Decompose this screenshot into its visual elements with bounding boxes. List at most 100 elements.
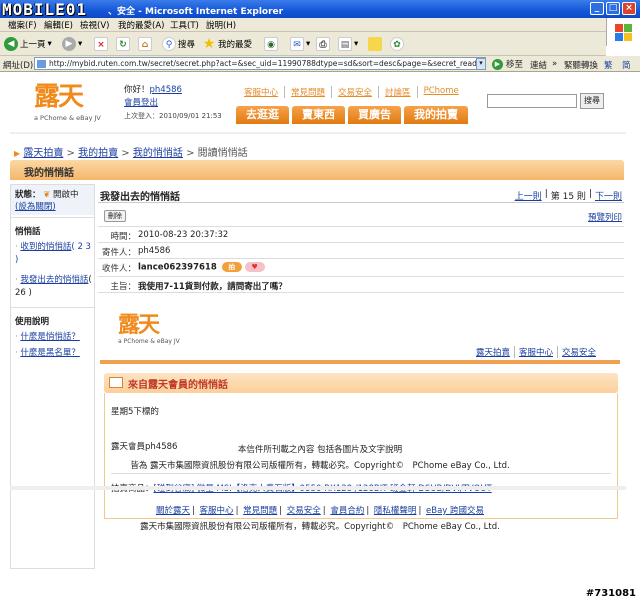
message-pager: 上一則 | 第 15 則 | 下一則 [515,189,622,202]
sidebar-item-help-blacklist[interactable]: · 什麼是黑名單？ [15,347,95,360]
footer-link-service[interactable]: 客服中心 [200,506,234,516]
footer-link-faq[interactable]: 常見問題 [243,506,277,516]
chevron-right-icon[interactable]: » [552,59,557,69]
topnav-safety[interactable]: 交易安全 [331,86,378,98]
next-message-link[interactable]: 下一則 [595,189,622,202]
username-link[interactable]: ph4586 [150,85,182,95]
help-blacklist-link[interactable]: 什麼是黑名單？ [20,348,80,358]
edit-icon: ▤ [338,36,352,51]
menu-edit[interactable]: 編輯(E) [44,19,73,31]
topnav-faq[interactable]: 常見問題 [284,86,331,98]
home-button[interactable]: ⌂ [138,35,152,52]
inner-ruten-logo: 露天 a PChome & eBay JV [118,312,190,358]
site-search-input[interactable] [487,94,577,108]
divider [10,132,626,134]
back-button[interactable]: ◀ 上一頁 ▾ [4,35,52,52]
topnav-forum[interactable]: 討論區 [378,86,417,98]
menu-view[interactable]: 檢視(V) [80,19,109,31]
breadcrumb: ▶ 露天拍賣 > 我的拍賣 > 我的悄悄話 > 閱讀悄悄話 [14,144,248,159]
ruten-logo[interactable]: 露天 a PChome & eBay JV [34,82,106,132]
inner-logo-subtitle: a PChome & eBay JV [118,338,180,345]
menu-file[interactable]: 檔案(F) [8,19,37,31]
recipient-value[interactable]: lance062397618 [138,263,217,273]
address-dropdown-icon[interactable]: ▾ [476,58,486,70]
refresh-button[interactable]: ↻ [116,35,130,52]
maximize-button[interactable]: □ [606,2,620,15]
help-messages-link[interactable]: 什麼是悄悄話？ [20,332,80,342]
messenger-icon: ✿ [390,36,404,51]
traditional-button[interactable]: 繁 [604,59,613,71]
footer-link-ebay[interactable]: eBay 跨國交易 [426,506,484,516]
mail-button[interactable]: ✉ ▾ [290,35,310,52]
menu-help[interactable]: 說明(H) [206,19,236,31]
messenger-button[interactable]: ✿ [390,35,404,52]
prev-message-link[interactable]: 上一則 [515,189,542,202]
media-button[interactable]: ◉ [264,35,278,52]
tab-my-auction[interactable]: 我的拍賣 [404,106,468,124]
current-message-index: 第 15 則 [550,192,586,202]
recipient-row: 收件人： lance062397618 拍 ♥ [98,259,624,277]
stop-icon: × [94,36,108,51]
footer-link-terms[interactable]: 會員合約 [330,506,364,516]
breadcrumb-arrow-icon: ▶ [14,149,21,158]
convert-button[interactable]: 緊聽轉換 [564,59,598,71]
footer-link-privacy[interactable]: 隱私權聲明 [374,506,417,516]
received-link[interactable]: 收到的悄悄話 [20,242,71,252]
sidebar-item-help-messages[interactable]: · 什麼是悄悄話？ [15,331,95,344]
sidebar-item-sent[interactable]: · 我發出去的悄悄話( 26 ) [15,274,95,300]
tab-sell[interactable]: 賣東西 [292,106,345,124]
sidebar-item-received[interactable]: · 收到的悄悄話( 2 3 ) [15,241,95,267]
print-button[interactable]: ⎙ [316,35,330,52]
minimize-button[interactable]: _ [590,2,604,15]
star-icon: ★ [202,35,216,52]
stop-button[interactable]: × [94,35,108,52]
status-icon: ❦ [43,190,51,200]
links-label[interactable]: 連結 [530,59,547,71]
divider [10,486,626,490]
folder-icon [368,36,382,51]
search-button[interactable]: ⚲ 搜尋 [162,35,195,52]
go-label: 移至 [506,60,524,70]
address-input[interactable]: http://mybid.ruten.com.tw/secret/secret.… [34,57,486,70]
topnav-pchome[interactable]: PChome [416,86,465,98]
status-toggle-link[interactable]: (設為關閉) [15,202,56,212]
refresh-icon: ↻ [116,36,130,51]
breadcrumb-ruten[interactable]: 露天拍賣 [23,148,63,159]
status-label: 狀態： [15,190,41,200]
inner-nav-service[interactable]: 客服中心 [513,346,557,358]
tab-ads[interactable]: 買廣告 [348,106,401,124]
go-button[interactable]: ▶ 移至 [492,58,523,70]
footer-link-safety[interactable]: 交易安全 [287,506,321,516]
inner-nav-safety[interactable]: 交易安全 [556,346,600,358]
auction-badge-icon[interactable]: 拍 [221,262,242,272]
status-box: 狀態： ❦ 開啟中 (設為關閉) [11,185,94,215]
logout-link[interactable]: 會員登出 [124,98,158,108]
sent-link[interactable]: 我發出去的悄悄話 [20,275,88,285]
breadcrumb-messages[interactable]: 我的悄悄話 [133,148,183,159]
site-search-button[interactable]: 搜尋 [580,93,604,109]
watermark-id: #731081 [583,588,638,599]
simplified-button[interactable]: 简 [622,59,631,71]
delete-button[interactable]: 刪除 [104,210,126,222]
inner-nav-ruten[interactable]: 露天拍賣 [472,346,514,358]
breadcrumb-sep: > [186,148,195,159]
menu-tools[interactable]: 工具(T) [170,19,199,31]
topnav-service[interactable]: 客服中心 [238,86,284,98]
address-label: 網址(D) [3,61,34,71]
tab-browse[interactable]: 去逛逛 [236,106,289,124]
menu-favorites[interactable]: 我的最愛(A) [118,19,164,31]
favorites-button[interactable]: ★ 我的最愛 [202,35,252,52]
footer-line2: 皆為 露天市集國際資訊股份有限公司版權所有，轉載必究。Copyright© PC… [130,461,510,471]
forward-button[interactable]: ▶ ▾ [62,35,82,52]
mobile01-watermark-logo: MOBILE01 [2,0,88,19]
heart-icon[interactable]: ♥ [244,262,265,272]
footer-link-about[interactable]: 關於露天 [156,506,190,516]
go-arrow-icon: ▶ [492,58,503,70]
page-icon [37,60,46,68]
close-button[interactable]: × [622,2,636,15]
edit-button[interactable]: ▤ ▾ [338,35,358,52]
breadcrumb-my-auction[interactable]: 我的拍賣 [78,148,118,159]
discuss-button[interactable] [368,35,382,52]
print-preview-link[interactable]: 預覽列印 [588,211,622,223]
user-box: 你好！ph4586 會員登出 上次登入：2010/09/01 21:53 [124,84,222,123]
